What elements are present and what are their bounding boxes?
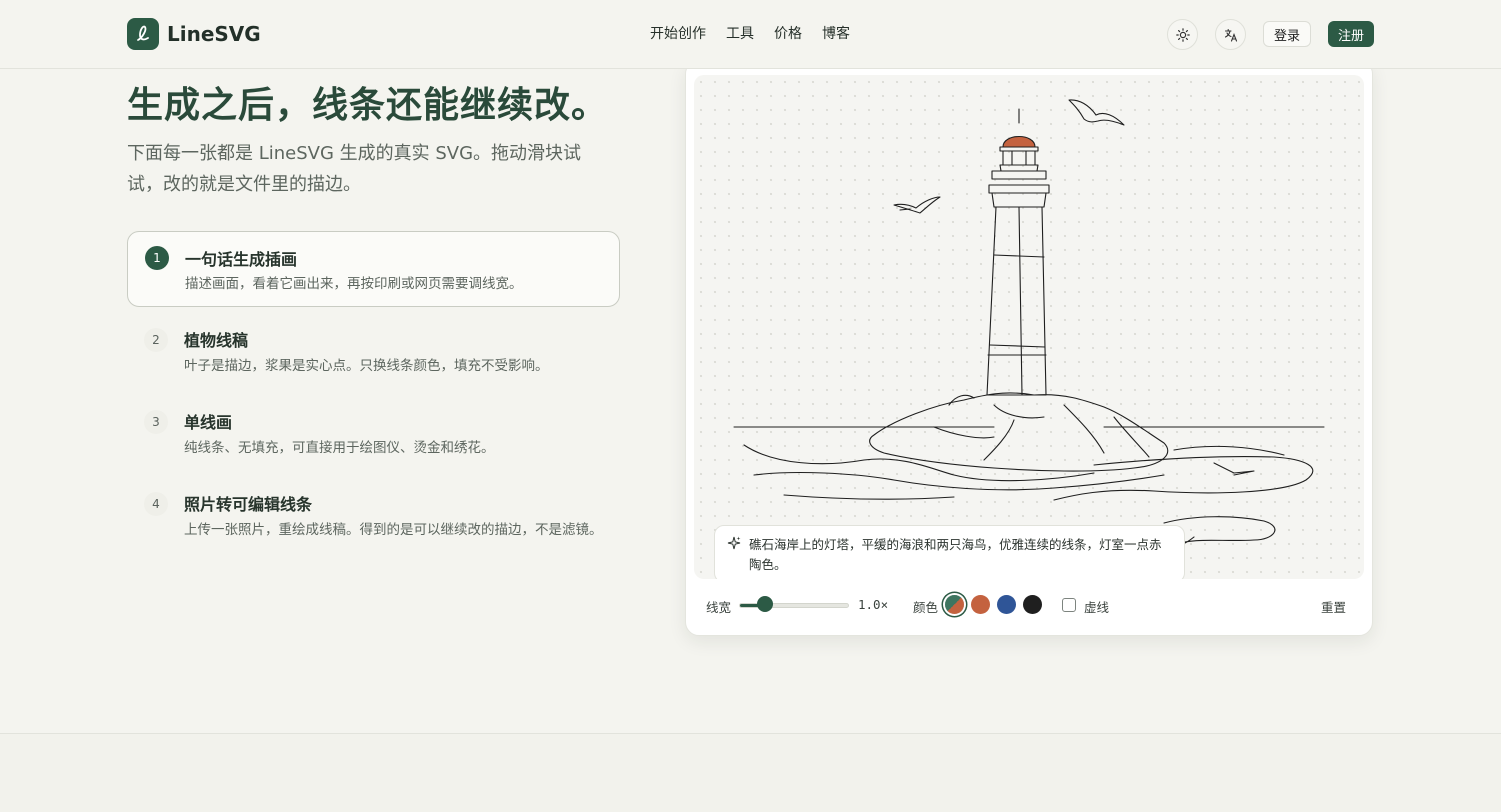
step-description: 叶子是描边，浆果是实心点。只换线条颜色，填充不受影响。 (184, 358, 549, 374)
main-nav: 开始创作 工具 价格 博客 (650, 24, 870, 44)
step-item-4[interactable]: 4 照片转可编辑线条 上传一张照片，重绘成线稿。得到的是可以继续改的描边，不是滤… (127, 477, 620, 559)
svg-preview-canvas: 礁石海岸上的灯塔，平缓的海浪和两只海鸟，优雅连续的线条，灯室一点赤陶色。 (694, 75, 1364, 579)
step-item-1[interactable]: 1 一句话生成插画 描述画面，看着它画出来，再按印刷或网页需要调线宽。 (127, 231, 620, 307)
stroke-width-label: 线宽 (706, 600, 732, 615)
page-title: 生成之后，线条还能继续改。 (127, 85, 609, 126)
reset-button[interactable]: 重置 (1321, 597, 1346, 616)
translate-icon (1224, 28, 1237, 42)
color-swatch-blue[interactable] (997, 595, 1016, 614)
prompt-text: 礁石海岸上的灯塔，平缓的海浪和两只海鸟，优雅连续的线条，灯室一点赤陶色。 (749, 537, 1162, 572)
page-subtitle: 下面每一张都是 LineSVG 生成的真实 SVG。拖动滑块试试，改的就是文件里… (127, 143, 582, 195)
step-item-3[interactable]: 3 单线画 纯线条、无填充，可直接用于绘图仪、烫金和绣花。 (127, 395, 620, 477)
preview-card: 礁石海岸上的灯塔，平缓的海浪和两只海鸟，优雅连续的线条，灯室一点赤陶色。 线宽 … (685, 60, 1373, 636)
sun-icon (1175, 27, 1190, 42)
step-title: 照片转可编辑线条 (184, 495, 313, 514)
step-number: 3 (144, 410, 168, 434)
color-swatch-green[interactable] (945, 595, 964, 614)
stroke-width-slider[interactable] (739, 603, 849, 608)
step-number: 4 (144, 492, 168, 516)
logo-icon (127, 18, 159, 50)
lighthouse-illustration (733, 99, 1325, 550)
site-header: LineSVG 开始创作 工具 价格 博客 登录 注册 (0, 0, 1501, 69)
sparkle-icon (727, 536, 741, 550)
step-item-2[interactable]: 2 植物线稿 叶子是描边，浆果是实心点。只换线条颜色，填充不受影响。 (127, 313, 620, 395)
nav-create[interactable]: 开始创作 (650, 24, 706, 44)
step-title: 单线画 (184, 413, 233, 432)
step-number: 2 (144, 328, 168, 352)
nav-pricing[interactable]: 价格 (774, 24, 802, 44)
step-number: 1 (145, 246, 169, 270)
signup-button[interactable]: 注册 (1328, 21, 1374, 47)
login-button[interactable]: 登录 (1263, 21, 1311, 47)
step-description: 纯线条、无填充，可直接用于绘图仪、烫金和绣花。 (184, 440, 495, 456)
color-swatch-black[interactable] (1023, 595, 1042, 614)
slider-thumb[interactable] (757, 596, 774, 612)
step-title: 植物线稿 (184, 331, 249, 350)
brand-name: LineSVG (167, 22, 261, 46)
step-description: 上传一张照片，重绘成线稿。得到的是可以继续改的描边，不是滤镜。 (184, 522, 603, 538)
color-swatch-terracotta[interactable] (971, 595, 990, 614)
dashed-label: 虚线 (1084, 600, 1110, 615)
step-title: 一句话生成插画 (185, 250, 298, 269)
step-list: 1 一句话生成插画 描述画面，看着它画出来，再按印刷或网页需要调线宽。 2 植物… (127, 231, 620, 559)
page-footer (0, 733, 1501, 812)
step-description: 描述画面，看着它画出来，再按印刷或网页需要调线宽。 (185, 276, 523, 292)
theme-toggle-button[interactable] (1167, 19, 1198, 50)
color-label: 颜色 (913, 600, 939, 615)
stroke-controls: 线宽 1.0× 颜色 虚线 重置 (706, 591, 1354, 619)
nav-tools[interactable]: 工具 (726, 24, 754, 44)
dashed-checkbox[interactable] (1062, 598, 1076, 612)
prompt-box[interactable]: 礁石海岸上的灯塔，平缓的海浪和两只海鸟，优雅连续的线条，灯室一点赤陶色。 (714, 525, 1185, 579)
nav-blog[interactable]: 博客 (822, 24, 850, 44)
logo[interactable]: LineSVG (127, 18, 261, 50)
language-button[interactable] (1215, 19, 1246, 50)
stroke-width-value: 1.0× (858, 597, 889, 612)
